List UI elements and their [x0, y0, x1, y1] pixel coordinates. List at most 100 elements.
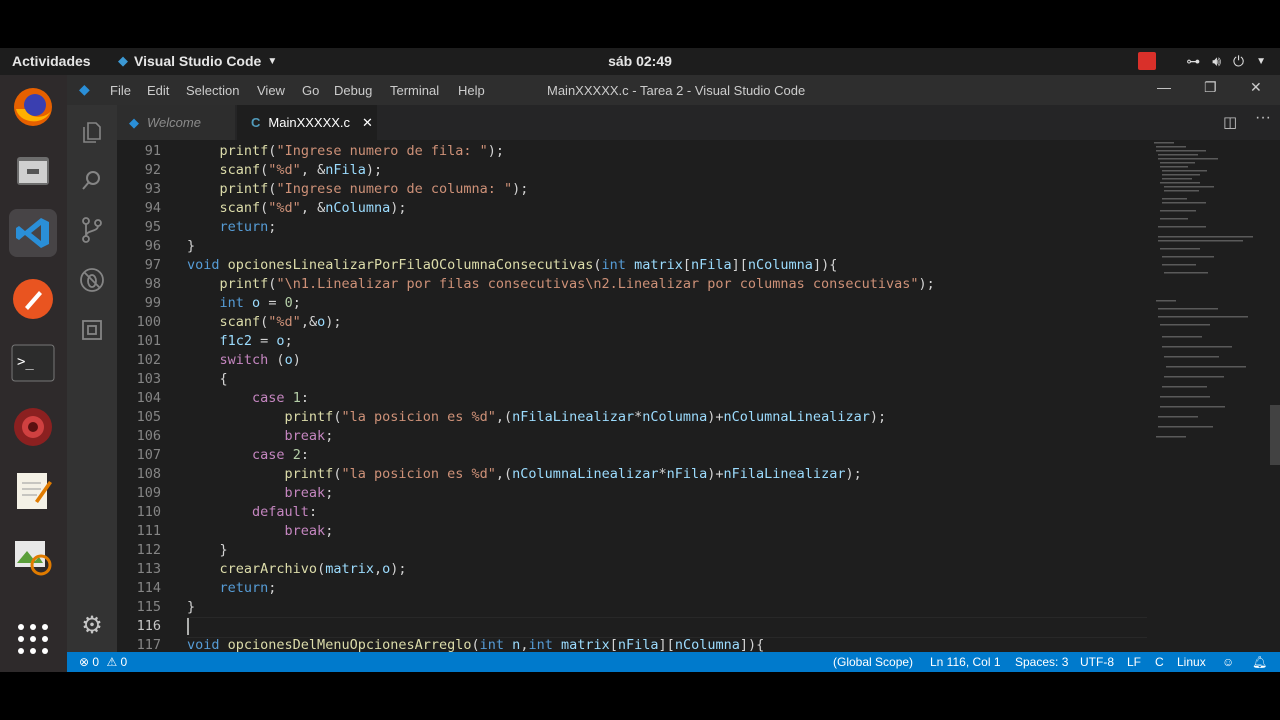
- line-number: 100: [136, 314, 161, 330]
- vscode-window: ◆ File Edit Selection View Go Debug Term…: [67, 75, 1280, 672]
- line-number: 99: [144, 295, 161, 311]
- code-line[interactable]: case 1:: [187, 390, 309, 406]
- code-line[interactable]: {: [187, 371, 228, 387]
- text-editor-icon[interactable]: [9, 467, 57, 515]
- more-actions-icon[interactable]: ···: [1255, 109, 1271, 127]
- text-cursor: [187, 618, 189, 635]
- tab-mainxxxxx-c[interactable]: C MainXXXXX.c ✕: [237, 105, 377, 140]
- menu-view[interactable]: View: [257, 83, 285, 98]
- code-line[interactable]: }: [187, 238, 195, 254]
- code-line[interactable]: return;: [187, 580, 277, 596]
- code-line[interactable]: return;: [187, 219, 277, 235]
- scrollbar-thumb[interactable]: [1270, 405, 1280, 465]
- network-icon[interactable]: ⊶: [1186, 53, 1200, 70]
- gnome-top-bar: Actividades ◆ Visual Studio Code ▼ sáb 0…: [0, 48, 1280, 75]
- record-icon[interactable]: [1138, 52, 1157, 70]
- inkscape-icon[interactable]: [9, 275, 57, 323]
- power-icon[interactable]: ⏻: [1233, 53, 1244, 70]
- line-number: 98: [144, 276, 161, 292]
- code-line[interactable]: scanf("%d", &nFila);: [187, 162, 383, 178]
- firefox-icon[interactable]: [9, 83, 57, 131]
- code-line[interactable]: scanf("%d",&o);: [187, 314, 342, 330]
- encoding-indicator[interactable]: UTF-8: [1080, 655, 1114, 669]
- line-number: 97: [144, 257, 161, 273]
- menu-debug[interactable]: Debug: [334, 83, 372, 98]
- code-line[interactable]: printf("la posicion es %d",(nColumnaLine…: [187, 466, 862, 482]
- minimap[interactable]: [1152, 140, 1267, 652]
- line-number: 108: [136, 466, 161, 482]
- os-indicator[interactable]: Linux: [1177, 655, 1206, 669]
- code-line[interactable]: }: [187, 542, 228, 558]
- image-viewer-icon[interactable]: [9, 531, 57, 579]
- menu-go[interactable]: Go: [302, 83, 319, 98]
- volume-icon[interactable]: 🔊︎: [1212, 53, 1221, 70]
- menu-edit[interactable]: Edit: [147, 83, 169, 98]
- code-line[interactable]: printf("la posicion es %d",(nFilaLineali…: [187, 409, 887, 425]
- extensions-icon[interactable]: [77, 315, 107, 345]
- code-line[interactable]: printf("Ingrese numero de fila: ");: [187, 143, 505, 159]
- clock[interactable]: sáb 02:49: [0, 53, 1280, 69]
- chevron-down-icon[interactable]: ▼: [1256, 56, 1266, 67]
- tab-label: Welcome: [147, 115, 201, 130]
- code-line[interactable]: break;: [187, 485, 334, 501]
- notifications-bell-icon[interactable]: 🔔︎: [1252, 655, 1267, 669]
- code-line[interactable]: int o = 0;: [187, 295, 301, 311]
- code-line[interactable]: break;: [187, 428, 334, 444]
- menu-terminal[interactable]: Terminal: [390, 83, 439, 98]
- code-line[interactable]: void opcionesLinealizarPorFilaOColumnaCo…: [187, 257, 837, 273]
- language-indicator[interactable]: C: [1155, 655, 1164, 669]
- explorer-icon[interactable]: [77, 117, 107, 147]
- line-number: 93: [144, 181, 161, 197]
- terminal-icon[interactable]: >_: [9, 339, 57, 387]
- menu-selection[interactable]: Selection: [186, 83, 239, 98]
- line-number: 112: [136, 542, 161, 558]
- line-number: 96: [144, 238, 161, 254]
- code-line[interactable]: void opcionesDelMenuOpcionesArreglo(int …: [187, 637, 764, 652]
- line-number: 107: [136, 447, 161, 463]
- code-editor[interactable]: 91 printf("Ingrese numero de fila: "); 92…: [117, 140, 1280, 652]
- line-number: 106: [136, 428, 161, 444]
- show-applications-icon[interactable]: [9, 615, 57, 663]
- line-number: 95: [144, 219, 161, 235]
- system-tool-icon[interactable]: [9, 403, 57, 451]
- code-line[interactable]: case 2:: [187, 447, 309, 463]
- files-icon[interactable]: [9, 147, 57, 195]
- vscode-dock-icon[interactable]: [9, 209, 57, 257]
- eol-indicator[interactable]: LF: [1127, 655, 1141, 669]
- cursor-position[interactable]: Ln 116, Col 1: [930, 655, 1001, 669]
- search-icon[interactable]: [77, 165, 107, 195]
- code-line[interactable]: f1c2 = o;: [187, 333, 293, 349]
- code-line[interactable]: printf("\n1.Linealizar por filas consecu…: [187, 276, 935, 292]
- warning-count: 0: [120, 655, 128, 669]
- code-line[interactable]: default:: [187, 504, 317, 520]
- settings-gear-icon[interactable]: ⚙: [77, 610, 107, 640]
- indentation-indicator[interactable]: Spaces: 3: [1015, 655, 1068, 669]
- code-line[interactable]: scanf("%d", &nColumna);: [187, 200, 407, 216]
- line-number: 101: [136, 333, 161, 349]
- maximize-button[interactable]: ❐: [1204, 79, 1217, 96]
- code-line[interactable]: switch (o): [187, 352, 301, 368]
- code-line[interactable]: }: [187, 599, 195, 615]
- minimize-button[interactable]: —: [1157, 79, 1171, 95]
- tab-label: MainXXXXX.c: [268, 115, 351, 130]
- close-window-button[interactable]: ✕: [1250, 79, 1262, 96]
- source-control-icon[interactable]: [77, 215, 107, 245]
- code-line[interactable]: break;: [187, 523, 334, 539]
- code-line[interactable]: crearArchivo(matrix,o);: [187, 561, 407, 577]
- problems-indicator[interactable]: ⊗ 0 ⚠ 0: [79, 655, 127, 669]
- close-tab-icon[interactable]: ✕: [362, 115, 373, 131]
- feedback-smiley-icon[interactable]: ☺: [1222, 655, 1234, 669]
- split-editor-icon[interactable]: ◫: [1223, 113, 1237, 131]
- menu-help[interactable]: Help: [458, 83, 485, 98]
- activity-bar: ⚙: [67, 105, 117, 652]
- system-tray[interactable]: ⊶ 🔊︎ ⏻ ▼: [1138, 52, 1266, 70]
- scope-indicator[interactable]: (Global Scope): [833, 655, 913, 669]
- tab-welcome[interactable]: ◆ Welcome: [117, 105, 235, 140]
- line-number: 94: [144, 200, 161, 216]
- line-number: 105: [136, 409, 161, 425]
- error-count: 0: [92, 655, 100, 669]
- menu-file[interactable]: File: [110, 83, 131, 98]
- line-number: 104: [136, 390, 161, 406]
- code-line[interactable]: printf("Ingrese numero de columna: ");: [187, 181, 529, 197]
- debug-icon[interactable]: [77, 265, 107, 295]
